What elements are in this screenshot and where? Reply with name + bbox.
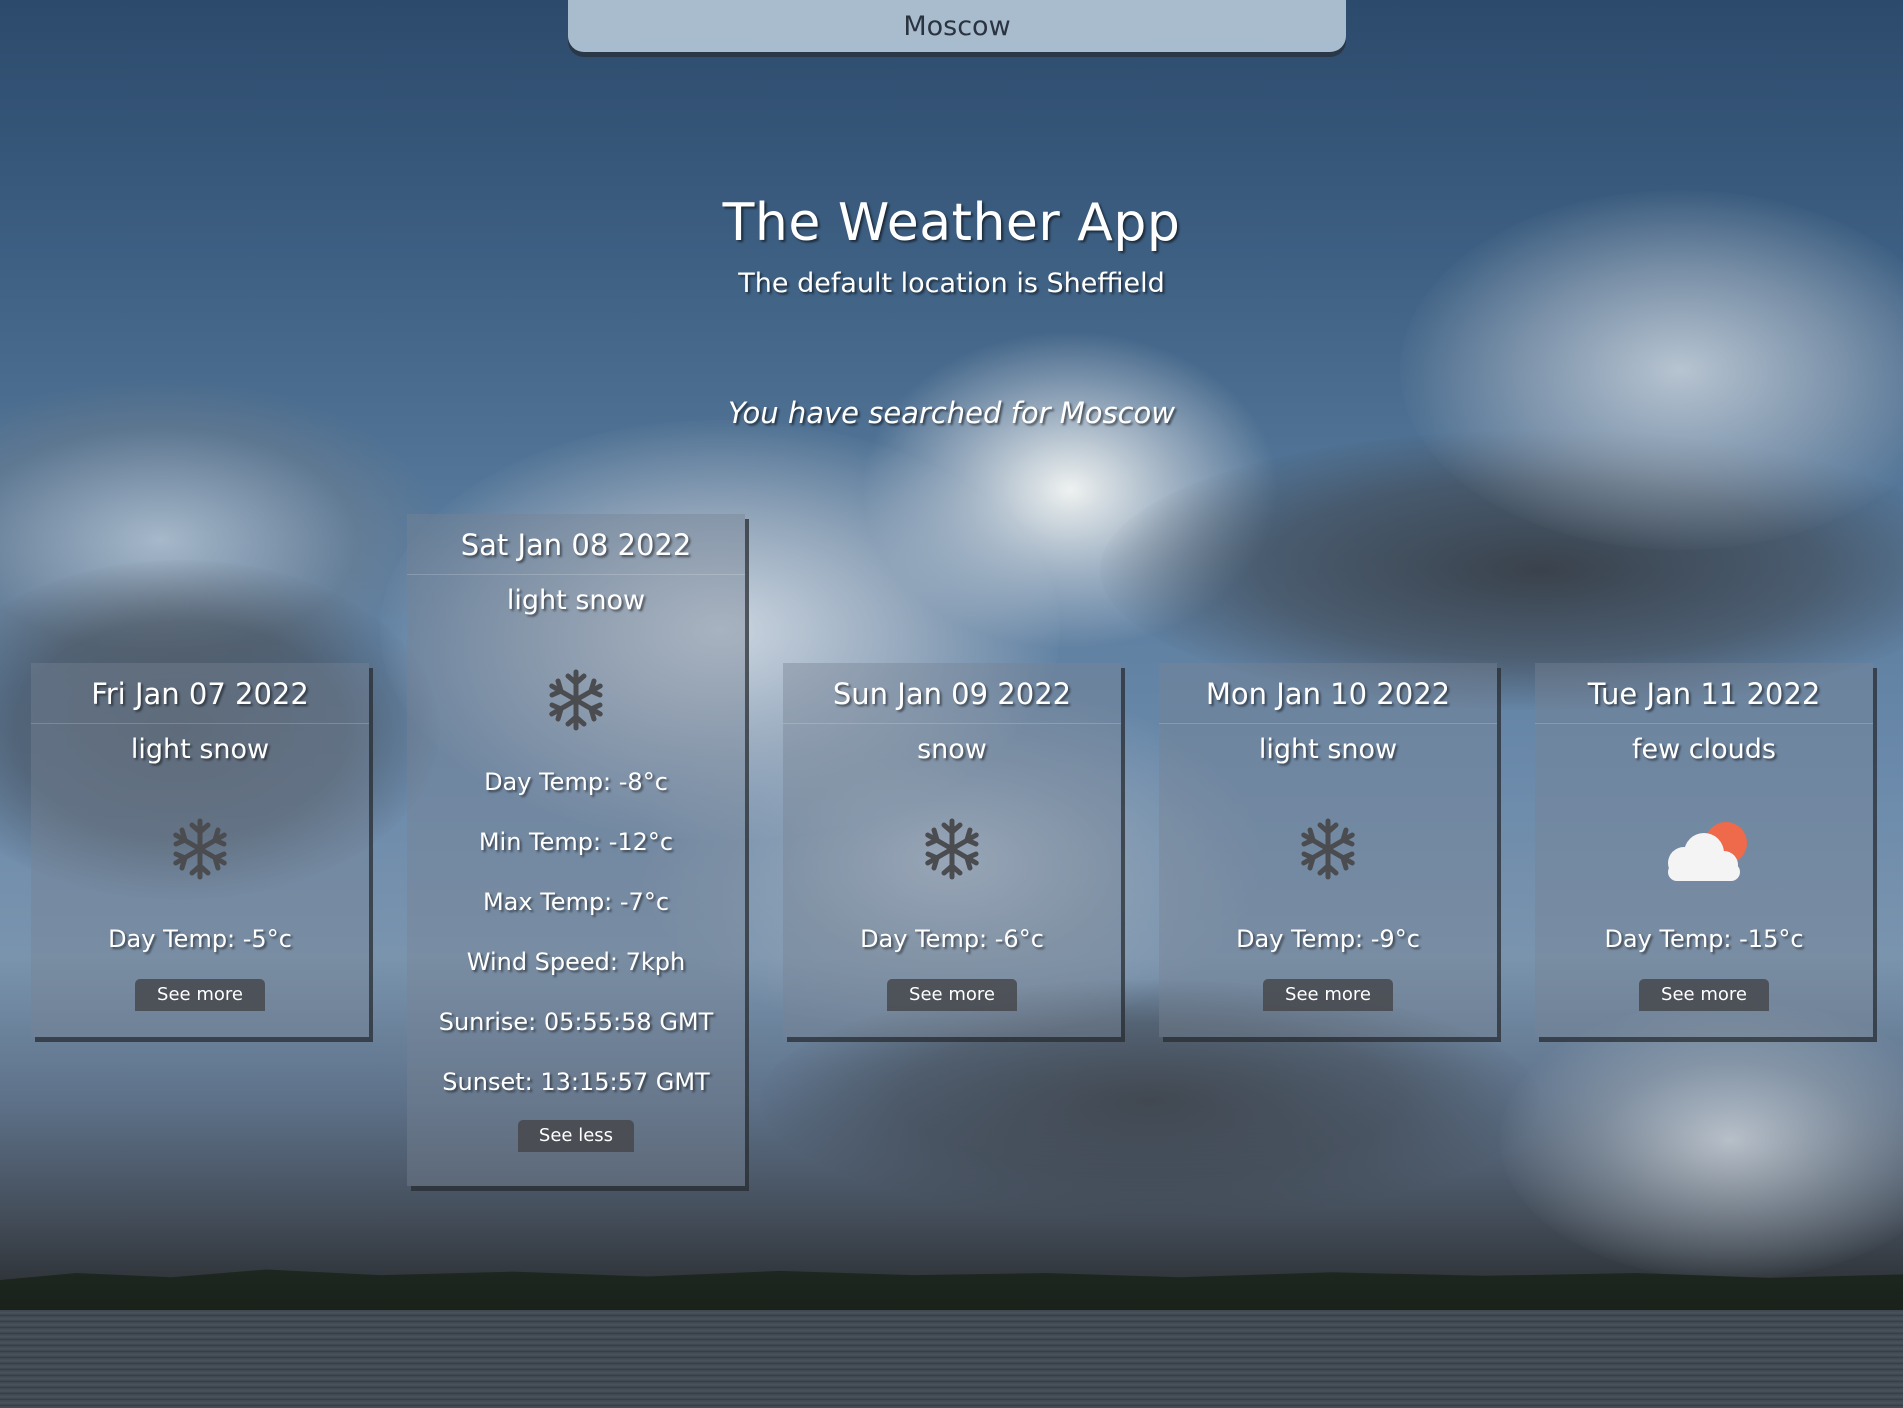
max-temp: Max Temp: -7°c bbox=[482, 888, 670, 916]
forecast-date: Sat Jan 08 2022 bbox=[407, 514, 745, 575]
day-temp: Day Temp: -6°c bbox=[860, 925, 1044, 953]
sky-cloud bbox=[1500, 1000, 1903, 1280]
snowflake-icon bbox=[168, 817, 232, 881]
snowflake-icon bbox=[920, 817, 984, 881]
wind-speed: Wind Speed: 7kph bbox=[466, 948, 686, 976]
forecast-card: Mon Jan 10 2022 light snow Day Temp: -9°… bbox=[1159, 663, 1497, 1037]
weather-description: few clouds bbox=[1632, 734, 1776, 765]
forecast-date: Tue Jan 11 2022 bbox=[1535, 663, 1873, 724]
day-temp: Day Temp: -15°c bbox=[1604, 925, 1804, 953]
see-more-button[interactable]: See more bbox=[135, 979, 265, 1011]
forecast-card-expanded: Sat Jan 08 2022 light snow Day Temp: -8°… bbox=[407, 514, 745, 1186]
day-temp: Day Temp: -8°c bbox=[484, 768, 668, 796]
forecast-date: Mon Jan 10 2022 bbox=[1159, 663, 1497, 724]
search-input[interactable] bbox=[568, 11, 1346, 52]
min-temp: Min Temp: -12°c bbox=[478, 828, 674, 856]
snowflake-icon bbox=[544, 668, 608, 732]
page-title: The Weather App bbox=[722, 193, 1181, 253]
location-search-bar[interactable] bbox=[568, 0, 1346, 52]
app-background: The Weather App The default location is … bbox=[0, 0, 1903, 1408]
day-temp: Day Temp: -5°c bbox=[108, 925, 292, 953]
default-location-text: The default location is Sheffield bbox=[738, 268, 1165, 299]
forecast-card: Tue Jan 11 2022 few clouds Day Temp: -15… bbox=[1535, 663, 1873, 1037]
weather-description: snow bbox=[917, 734, 987, 765]
see-more-button[interactable]: See more bbox=[887, 979, 1017, 1011]
forecast-date: Sun Jan 09 2022 bbox=[783, 663, 1121, 724]
forecast-card: Sun Jan 09 2022 snow Day Temp: -6°c See … bbox=[783, 663, 1121, 1037]
forecast-card: Fri Jan 07 2022 light snow Day Temp: -5°… bbox=[31, 663, 369, 1037]
weather-description: light snow bbox=[1258, 734, 1398, 765]
weather-description: light snow bbox=[130, 734, 270, 765]
sky-cloud bbox=[860, 330, 1280, 650]
lake-water bbox=[0, 1310, 1903, 1408]
forecast-date: Fri Jan 07 2022 bbox=[31, 663, 369, 724]
searched-location-text: You have searched for Moscow bbox=[727, 396, 1176, 430]
sunrise-time: Sunrise: 05:55:58 GMT bbox=[438, 1008, 714, 1036]
weather-description: light snow bbox=[506, 585, 646, 616]
sun-behind-cloud-icon bbox=[1654, 817, 1754, 887]
see-more-button[interactable]: See more bbox=[1263, 979, 1393, 1011]
see-less-button[interactable]: See less bbox=[518, 1120, 634, 1152]
sunset-time: Sunset: 13:15:57 GMT bbox=[442, 1068, 710, 1096]
snowflake-icon bbox=[1296, 817, 1360, 881]
see-more-button[interactable]: See more bbox=[1639, 979, 1769, 1011]
day-temp: Day Temp: -9°c bbox=[1236, 925, 1420, 953]
